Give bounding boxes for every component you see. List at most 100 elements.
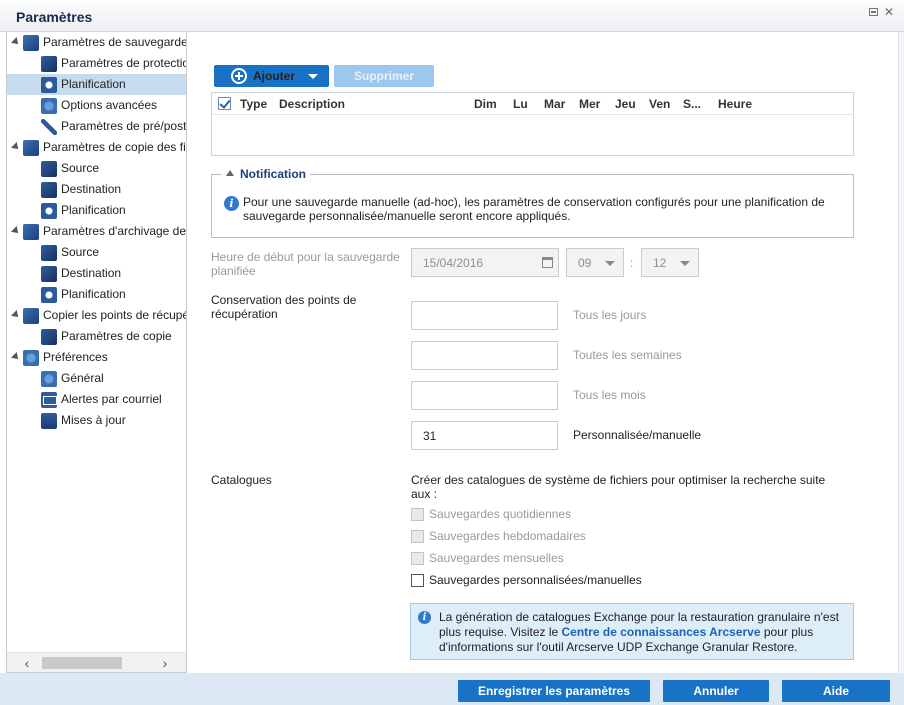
tree-item[interactable]: Général xyxy=(7,368,186,389)
tree-item-label: Paramètres de pré/post xyxy=(61,119,187,133)
expand-arrow-icon[interactable] xyxy=(11,310,21,320)
scroll-right-icon[interactable]: › xyxy=(159,656,171,670)
tree-item-label: Alertes par courriel xyxy=(61,392,162,406)
monthly-retention-input[interactable] xyxy=(411,381,558,410)
tree-item[interactable]: Planification xyxy=(7,284,186,305)
tree-item-label: Général xyxy=(61,371,104,385)
weekly-retention-input[interactable] xyxy=(411,341,558,370)
notification-box: Notification i Pour une sauvegarde manue… xyxy=(211,167,854,238)
custom-retention-input[interactable]: 31 xyxy=(411,421,558,450)
save-settings-button[interactable]: Enregistrer les paramètres xyxy=(458,680,650,702)
column-header[interactable]: Heure xyxy=(718,97,752,111)
tree-item[interactable]: Alertes par courriel xyxy=(7,389,186,410)
tree-item[interactable]: Options avancées xyxy=(7,95,186,116)
tree-item[interactable]: Paramètres d'archivage des fichiers xyxy=(7,221,186,242)
knowledge-center-link[interactable]: Centre de connaissances Arcserve xyxy=(562,625,761,639)
schedule-icon xyxy=(41,287,57,303)
scrollbar-thumb[interactable] xyxy=(42,657,122,669)
tree-item[interactable]: Mises à jour xyxy=(7,410,186,431)
custom-catalog-label: Sauvegardes personnalisées/manuelles xyxy=(429,573,642,587)
delete-button[interactable]: Supprimer xyxy=(334,65,434,87)
tree-item[interactable]: Paramètres de copie des fichiers xyxy=(7,137,186,158)
tree-item[interactable]: Préférences xyxy=(7,347,186,368)
catalogs-description: Créer des catalogues de système de fichi… xyxy=(411,473,826,501)
exchange-info-text: La génération de catalogues Exchange pou… xyxy=(439,610,849,655)
tree-item[interactable]: Destination xyxy=(7,179,186,200)
close-icon[interactable]: ✕ xyxy=(883,6,895,18)
schedule-icon xyxy=(41,77,57,93)
monthly-catalog-checkbox[interactable] xyxy=(411,552,424,565)
exchange-info-box: i La génération de catalogues Exchange p… xyxy=(410,603,854,660)
expand-arrow-icon[interactable] xyxy=(11,37,21,47)
preferences-icon xyxy=(23,350,39,366)
start-date-field: 15/04/2016 xyxy=(411,248,559,277)
column-header[interactable]: Ven xyxy=(649,97,670,111)
retention-label: Conservation des points de récupération xyxy=(211,293,357,321)
tree-item-label: Paramètres de protection xyxy=(61,56,187,70)
daily-catalog-checkbox[interactable] xyxy=(411,508,424,521)
column-header[interactable]: Mer xyxy=(579,97,600,111)
tree-item[interactable]: Paramètres de protection xyxy=(7,53,187,74)
tree-horizontal-scrollbar[interactable]: ‹ › xyxy=(7,652,186,672)
custom-catalog-checkbox[interactable] xyxy=(411,574,424,587)
schedule-panel: Ajouter Supprimer Type Description Dim L… xyxy=(187,32,898,673)
cancel-button[interactable]: Annuler xyxy=(663,680,769,702)
calendar-icon xyxy=(542,257,553,268)
daily-retention-input[interactable] xyxy=(411,301,558,330)
expand-arrow-icon[interactable] xyxy=(11,142,21,152)
column-header[interactable]: Description xyxy=(279,97,345,111)
restore-icon[interactable] xyxy=(867,6,879,18)
tree-item[interactable]: Paramètres de pré/post xyxy=(7,116,187,137)
weekly-catalog-checkbox[interactable] xyxy=(411,530,424,543)
tree-item[interactable]: Planification xyxy=(7,200,186,221)
tree-item[interactable]: Destination xyxy=(7,263,186,284)
general-icon xyxy=(41,371,57,387)
info-icon: i xyxy=(418,611,431,624)
tree-item-label: Préférences xyxy=(43,350,108,364)
custom-retention-value: 31 xyxy=(423,429,437,443)
tree-item-label: Destination xyxy=(61,266,122,280)
tree-item-label: Planification xyxy=(61,203,126,217)
tree-item[interactable]: Paramètres de sauvegarde xyxy=(7,32,187,53)
monthly-retention-label: Tous les mois xyxy=(573,388,646,402)
column-header[interactable]: Mar xyxy=(544,97,565,111)
start-minute-value: 12 xyxy=(653,256,667,270)
destination-icon xyxy=(41,182,57,198)
column-header[interactable]: S... xyxy=(683,97,701,111)
help-button[interactable]: Aide xyxy=(782,680,890,702)
tree-item[interactable]: Copier les points de récupération xyxy=(7,305,187,326)
monthly-catalog-label: Sauvegardes mensuelles xyxy=(429,551,564,565)
scroll-left-icon[interactable]: ‹ xyxy=(21,656,33,670)
copy-recovery-icon xyxy=(23,308,39,324)
tree-item[interactable]: Source xyxy=(7,158,186,179)
column-header[interactable]: Dim xyxy=(474,97,497,111)
weekly-retention-label: Toutes les semaines xyxy=(573,348,682,362)
tree-item-label: Planification xyxy=(61,77,126,91)
column-header[interactable]: Jeu xyxy=(615,97,636,111)
destination-icon xyxy=(41,266,57,282)
file-archive-icon xyxy=(23,224,39,240)
tree-item[interactable]: Planification xyxy=(7,74,186,95)
expand-arrow-icon[interactable] xyxy=(11,226,21,236)
tree-item-label: Paramètres de sauvegarde xyxy=(43,35,187,49)
schedule-icon xyxy=(41,203,57,219)
notification-legend[interactable]: Notification xyxy=(222,167,310,181)
tree-item-label: Copier les points de récupération xyxy=(43,308,187,322)
updates-icon xyxy=(41,413,57,429)
window-title: Paramètres xyxy=(16,9,93,25)
tree-item[interactable]: Paramètres de copie xyxy=(7,326,186,347)
add-button[interactable]: Ajouter xyxy=(214,65,329,87)
tree-item-label: Paramètres de copie xyxy=(61,329,172,343)
column-header[interactable]: Type xyxy=(240,97,267,111)
column-header[interactable]: Lu xyxy=(513,97,528,111)
protection-settings-icon xyxy=(41,56,57,72)
chevron-down-icon xyxy=(680,261,690,266)
expand-arrow-icon[interactable] xyxy=(11,352,21,362)
add-button-label: Ajouter xyxy=(253,69,295,83)
file-copy-icon xyxy=(23,140,39,156)
tree-item[interactable]: Source xyxy=(7,242,186,263)
catalogs-label: Catalogues xyxy=(211,473,272,487)
copy-settings-icon xyxy=(41,329,57,345)
chevron-down-icon xyxy=(308,74,318,79)
select-all-checkbox[interactable] xyxy=(218,97,231,110)
